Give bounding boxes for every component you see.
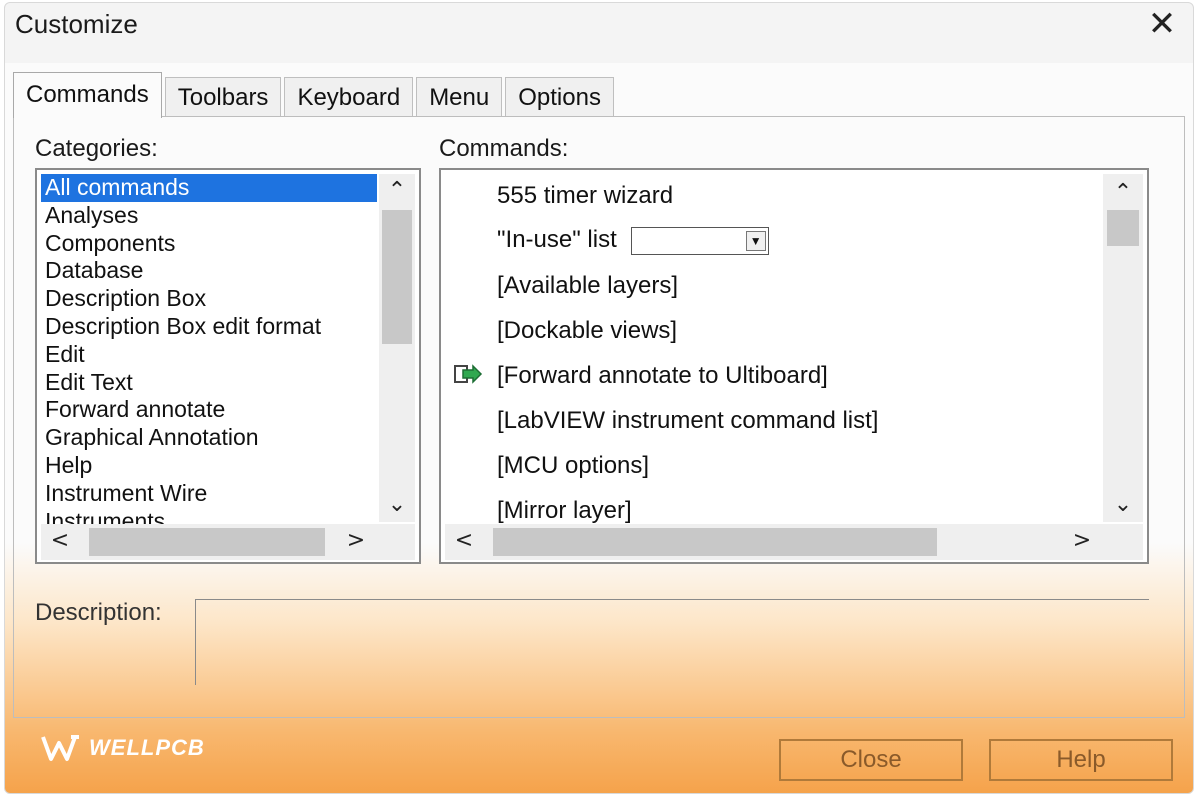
category-item[interactable]: Edit Text — [41, 369, 377, 397]
tab-options[interactable]: Options — [505, 77, 614, 117]
category-item[interactable]: Forward annotate — [41, 396, 377, 424]
chevron-down-icon[interactable]: ▼ — [745, 230, 766, 251]
chevron-right-icon[interactable]: > — [1067, 528, 1097, 553]
category-item[interactable]: Graphical Annotation — [41, 424, 377, 452]
command-item[interactable]: 555 timer wizard — [497, 182, 673, 210]
command-item[interactable]: [MCU options] — [497, 452, 649, 480]
wellpcb-logo-text: WELLPCB — [89, 735, 205, 760]
category-item[interactable]: Description Box — [41, 285, 377, 313]
tab-bar: Commands Toolbars Keyboard Menu Options — [13, 71, 617, 118]
chevron-up-icon[interactable]: ⌃ — [1108, 180, 1138, 205]
tab-menu[interactable]: Menu — [416, 77, 503, 117]
commands-horizontal-scroll-thumb[interactable] — [493, 528, 937, 556]
chevron-left-icon[interactable]: < — [45, 528, 75, 553]
category-item[interactable]: Database — [41, 257, 377, 285]
category-item[interactable]: Help — [41, 452, 377, 480]
categories-label: Categories: — [35, 135, 158, 162]
commands-listbox[interactable]: 555 timer wizard "In-use" list ▼ [Availab… — [439, 168, 1149, 564]
chevron-left-icon[interactable]: < — [449, 528, 479, 553]
categories-horizontal-scroll-thumb[interactable] — [89, 528, 325, 556]
command-item[interactable]: [Forward annotate to Ultiboard] — [497, 362, 828, 390]
customize-dialog: Customize ✕ Commands Toolbars Keyboard M… — [4, 2, 1194, 794]
chevron-down-icon[interactable]: ⌄ — [1108, 492, 1138, 517]
category-item[interactable]: All commands — [41, 174, 377, 202]
categories-vertical-scroll-thumb[interactable] — [382, 210, 412, 344]
tab-commands[interactable]: Commands — [13, 72, 162, 118]
dialog-title: Customize — [15, 9, 138, 39]
tab-toolbars[interactable]: Toolbars — [164, 77, 282, 117]
command-item[interactable]: [Mirror layer] — [497, 497, 632, 525]
forward-annotate-icon — [454, 364, 483, 384]
category-item[interactable]: Instrument Wire — [41, 480, 377, 508]
category-item[interactable]: Instruments — [41, 508, 377, 524]
chevron-right-icon[interactable]: > — [341, 528, 371, 553]
wellpcb-logo: WELLPCB — [41, 731, 205, 765]
commands-vertical-scrollbar[interactable]: ⌃ ⌄ — [1103, 174, 1143, 522]
commands-vertical-scroll-thumb[interactable] — [1107, 210, 1139, 246]
commands-horizontal-scrollbar[interactable]: < > — [445, 524, 1143, 560]
commands-label: Commands: — [439, 135, 569, 162]
category-item[interactable]: Analyses — [41, 202, 377, 230]
description-label: Description: — [35, 599, 162, 626]
categories-vertical-scrollbar[interactable]: ⌃ ⌄ — [379, 174, 415, 522]
close-icon[interactable]: ✕ — [1145, 7, 1179, 41]
tab-keyboard[interactable]: Keyboard — [284, 77, 414, 117]
inuse-list-dropdown[interactable]: ▼ — [630, 226, 769, 255]
category-item[interactable]: Edit — [41, 341, 377, 369]
help-button[interactable]: Help — [989, 739, 1173, 781]
description-box — [195, 599, 1149, 685]
command-item-inuse-list[interactable]: "In-use" list ▼ — [497, 226, 769, 255]
categories-horizontal-scrollbar[interactable]: < > — [41, 524, 415, 560]
wellpcb-logo-icon — [41, 735, 79, 761]
command-item[interactable]: [Available layers] — [497, 272, 678, 300]
categories-listbox[interactable]: All commands Analyses Components Databas… — [35, 168, 421, 564]
close-button[interactable]: Close — [779, 739, 963, 781]
command-item-label: "In-use" list — [497, 226, 617, 253]
command-item[interactable]: [LabVIEW instrument command list] — [497, 407, 878, 435]
category-item[interactable]: Description Box edit format — [41, 313, 377, 341]
chevron-up-icon[interactable]: ⌃ — [382, 178, 412, 203]
chevron-down-icon[interactable]: ⌄ — [382, 492, 412, 517]
category-item[interactable]: Components — [41, 230, 377, 258]
command-item[interactable]: [Dockable views] — [497, 317, 677, 345]
